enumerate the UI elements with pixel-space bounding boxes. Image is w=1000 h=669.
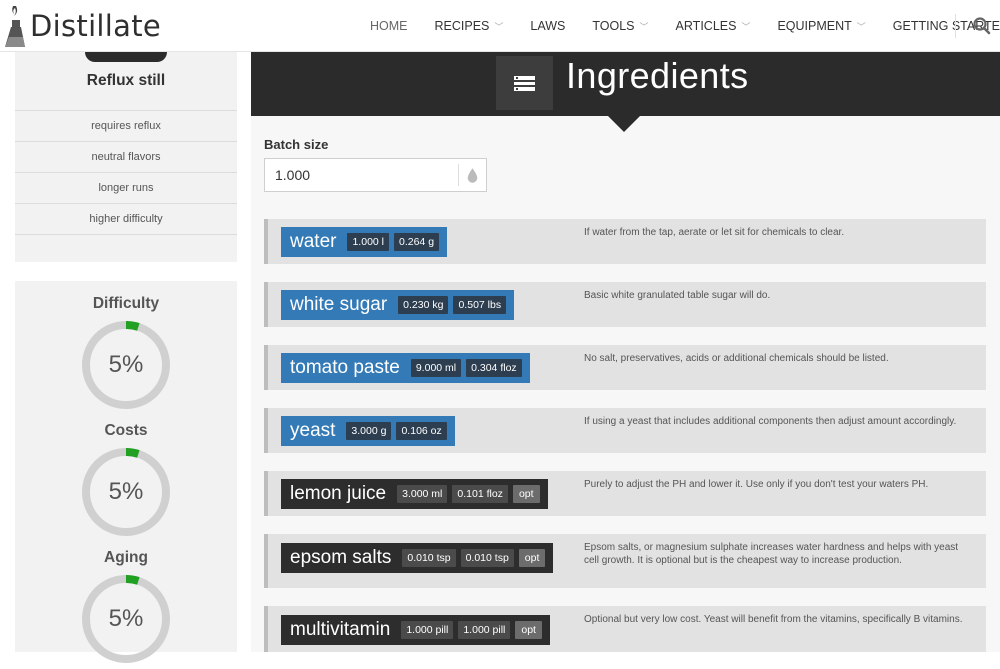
card-footer bbox=[15, 234, 237, 262]
ingredient-pill[interactable]: yeast 3.000 g 0.106 oz bbox=[281, 416, 455, 446]
ingredient-row: white sugar 0.230 kg 0.507 lbs Basic whi… bbox=[264, 282, 986, 327]
chevron-down-icon: ﹀ bbox=[856, 21, 866, 32]
ingredient-note: If water from the tap, aerate or let sit… bbox=[584, 227, 845, 238]
stat-costs: Costs bbox=[15, 422, 237, 440]
ingredient-note: No salt, preservatives, acids or additio… bbox=[584, 353, 889, 364]
nav-laws[interactable]: LAWS bbox=[530, 19, 565, 33]
ingredient-row: tomato paste 9.000 ml 0.304 floz No salt… bbox=[264, 345, 986, 390]
batch-size-input[interactable] bbox=[265, 159, 459, 191]
chevron-down-icon: ﹀ bbox=[741, 21, 751, 32]
nav-label: EQUIPMENT bbox=[777, 19, 852, 33]
aging-gauge: 5% bbox=[81, 574, 171, 664]
ingredient-note: Basic white granulated table sugar will … bbox=[584, 290, 771, 301]
amount-imperial: 0.304 floz bbox=[466, 359, 522, 377]
nav-tools[interactable]: TOOLS ﹀ bbox=[592, 19, 648, 33]
ingredient-name: white sugar bbox=[290, 294, 388, 315]
ingredient-note: Optional but very low cost. Yeast will b… bbox=[584, 614, 963, 625]
nav-label: LAWS bbox=[530, 19, 566, 33]
ingredient-pill[interactable]: white sugar 0.230 kg 0.507 lbs bbox=[281, 290, 515, 320]
stat-aging: Aging bbox=[15, 549, 237, 567]
ingredient-note: Purely to adjust the PH and lower it. Us… bbox=[584, 479, 929, 490]
drop-icon[interactable] bbox=[458, 164, 486, 186]
top-navbar: Distillate HOME RECIPES ﹀ LAWS TOOLS ﹀ ART… bbox=[0, 0, 1000, 52]
stat-label: Aging bbox=[104, 549, 148, 566]
stat-label: Difficulty bbox=[92, 295, 160, 312]
amount-metric: 1.000 pill bbox=[401, 621, 454, 639]
section-header: Ingredients bbox=[251, 52, 1000, 132]
amount-imperial: 0.106 oz bbox=[396, 422, 447, 440]
brand-name: Distillate bbox=[30, 9, 162, 43]
trait-item: longer runs bbox=[15, 172, 237, 203]
amount-metric: 9.000 ml bbox=[410, 359, 462, 377]
gauge-value: 5% bbox=[108, 605, 144, 632]
nav-home[interactable]: HOME bbox=[370, 19, 408, 33]
optional-badge: opt bbox=[515, 621, 542, 639]
card-tab bbox=[85, 52, 167, 62]
ingredient-pill[interactable]: tomato paste 9.000 ml 0.304 floz bbox=[281, 353, 530, 383]
amount-metric: 0.230 kg bbox=[398, 296, 449, 314]
list-icon bbox=[496, 56, 553, 110]
ingredient-pill[interactable]: epsom salts 0.010 tsp 0.010 tsp opt bbox=[281, 543, 554, 573]
trait-item: requires reflux bbox=[15, 110, 237, 141]
ingredient-name: lemon juice bbox=[290, 483, 387, 504]
trait-item: neutral flavors bbox=[15, 141, 237, 172]
difficulty-gauge: 5% bbox=[81, 320, 171, 410]
amount-metric: 0.010 tsp bbox=[402, 549, 456, 567]
optional-badge: opt bbox=[512, 485, 540, 503]
ingredient-row: multivitamin 1.000 pill 1.000 pill opt O… bbox=[264, 606, 986, 652]
still-type-card: Reflux still requires reflux neutral fla… bbox=[15, 52, 237, 262]
chevron-down-icon: ﹀ bbox=[639, 21, 649, 32]
amount-metric: 3.000 ml bbox=[397, 485, 448, 503]
header-pointer bbox=[608, 116, 640, 132]
batch-size-group bbox=[264, 158, 487, 192]
ingredient-row: lemon juice 3.000 ml 0.101 floz opt Pure… bbox=[264, 471, 986, 516]
optional-badge: opt bbox=[518, 549, 546, 567]
ingredient-name: yeast bbox=[290, 420, 336, 441]
amount-imperial: 0.264 g bbox=[394, 233, 440, 251]
still-card: Reflux still requires reflux neutral fla… bbox=[15, 52, 237, 262]
ingredient-name: tomato paste bbox=[290, 357, 400, 378]
section-title: Ingredients bbox=[566, 55, 749, 96]
chevron-down-icon: ﹀ bbox=[494, 21, 504, 32]
ingredient-note: If using a yeast that includes additiona… bbox=[584, 416, 957, 427]
amount-imperial: 0.101 floz bbox=[452, 485, 508, 503]
amount-imperial: 0.507 lbs bbox=[453, 296, 507, 314]
nav-equipment[interactable]: EQUIPMENT ﹀ bbox=[777, 19, 865, 33]
amount-imperial: 0.010 tsp bbox=[460, 549, 514, 567]
stats-panel: Difficulty 5% Costs 5% Aging 5% bbox=[15, 281, 237, 663]
amount-imperial: 1.000 pill bbox=[458, 621, 511, 639]
amount-metric: 3.000 g bbox=[346, 422, 392, 440]
gauge-value: 5% bbox=[108, 351, 144, 378]
stat-difficulty: Difficulty bbox=[15, 295, 237, 313]
gauge-value: 5% bbox=[108, 478, 144, 505]
nav-articles[interactable]: ARTICLES ﹀ bbox=[676, 19, 751, 33]
costs-gauge: 5% bbox=[81, 447, 171, 537]
nav-divider bbox=[955, 14, 956, 38]
ingredient-pill[interactable]: multivitamin 1.000 pill 1.000 pill opt bbox=[281, 615, 550, 645]
ingredient-row: yeast 3.000 g 0.106 oz If using a yeast … bbox=[264, 408, 986, 453]
amount-metric: 1.000 l bbox=[347, 233, 389, 251]
flask-logo-icon bbox=[5, 6, 25, 47]
batch-size-label: Batch size bbox=[264, 137, 329, 152]
stat-label: Costs bbox=[104, 422, 148, 439]
ingredient-pill[interactable]: lemon juice 3.000 ml 0.101 floz opt bbox=[281, 479, 548, 509]
search-icon[interactable] bbox=[972, 16, 992, 36]
ingredient-row: epsom salts 0.010 tsp 0.010 tsp opt Epso… bbox=[264, 534, 986, 588]
brand-logo[interactable]: Distillate bbox=[2, 2, 161, 50]
ingredient-name: epsom salts bbox=[290, 547, 392, 568]
ingredient-name: water bbox=[290, 231, 337, 252]
ingredient-note: Epsom salts, or magnesium sulphate incre… bbox=[584, 542, 959, 566]
nav-label: HOME bbox=[370, 19, 408, 33]
nav-label: ARTICLES bbox=[675, 19, 737, 33]
trait-item: higher difficulty bbox=[15, 203, 237, 234]
nav-label: RECIPES bbox=[434, 19, 490, 33]
ingredient-pill[interactable]: water 1.000 l 0.264 g bbox=[281, 227, 448, 257]
ingredient-name: multivitamin bbox=[290, 619, 391, 640]
ingredient-row: water 1.000 l 0.264 g If water from the … bbox=[264, 219, 986, 264]
nav-label: TOOLS bbox=[592, 19, 635, 33]
main-nav: HOME RECIPES ﹀ LAWS TOOLS ﹀ ARTICLES ﹀ EQUI… bbox=[370, 0, 1000, 52]
nav-recipes[interactable]: RECIPES ﹀ bbox=[435, 19, 504, 33]
